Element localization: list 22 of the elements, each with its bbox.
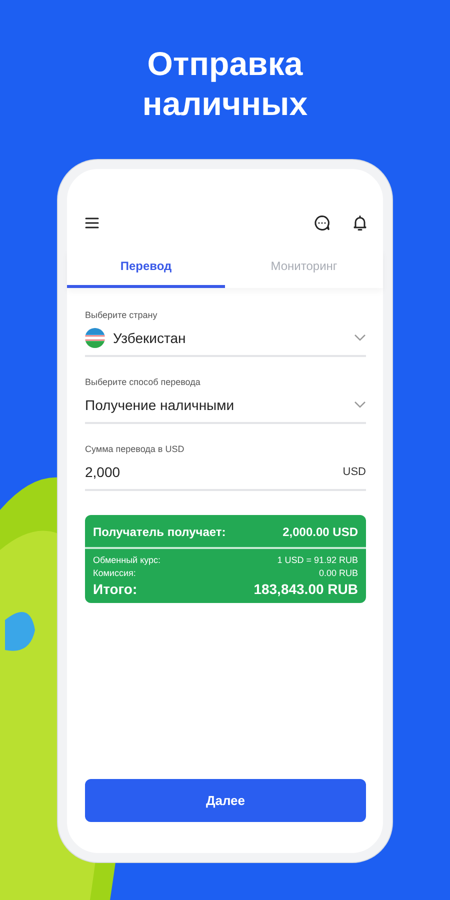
receiver-label: Получатель получает:: [93, 525, 226, 539]
select-field[interactable]: Получение наличными: [85, 395, 366, 424]
next-button[interactable]: Далее: [85, 779, 366, 822]
field-label: Сумма перевода в USD: [85, 444, 186, 454]
summary-value: 1 USD = 91.92 RUB: [277, 555, 358, 565]
tab[interactable]: Перевод: [67, 249, 225, 288]
receiver-value: 2,000.00 USD: [282, 525, 358, 539]
field-label: Выберите способ перевода: [85, 377, 202, 387]
amount-field[interactable]: 2,000 USD: [85, 462, 366, 491]
chevron-down-icon: [354, 401, 366, 409]
select-field[interactable]: Узбекистан: [85, 328, 366, 357]
chevron-down-icon: [354, 334, 366, 342]
flag-icon: [85, 328, 105, 348]
field-label: Выберите страну: [85, 310, 158, 320]
summary-label: Обменный курс:: [93, 555, 161, 565]
total-value: 183,843.00 RUB: [254, 581, 358, 597]
headline: Отправка наличных: [141, 44, 309, 124]
chat-icon[interactable]: [313, 214, 331, 232]
bell-icon[interactable]: [351, 214, 369, 232]
total-label: Итого:: [93, 581, 138, 597]
summary-label: Комиссия:: [93, 568, 136, 578]
summary-value: 0.00 RUB: [318, 568, 358, 578]
